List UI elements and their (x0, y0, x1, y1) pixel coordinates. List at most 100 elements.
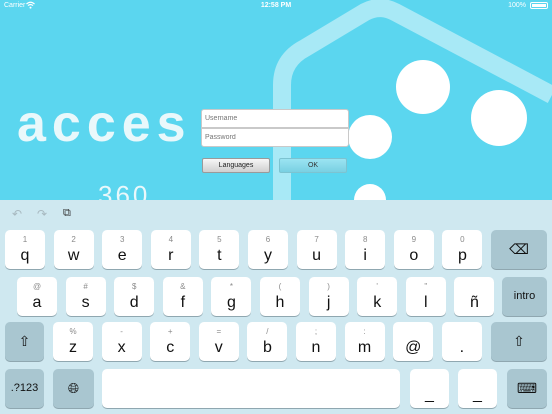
key-row3-5[interactable]: ; n (296, 322, 336, 361)
keyboard-dismiss-icon: ⌨ (516, 380, 538, 396)
key-row1-0[interactable]: 1q (5, 230, 45, 269)
key-row2-5[interactable]: (h (260, 277, 300, 316)
logo-subtext: 360 (98, 180, 151, 200)
key-row1-6[interactable]: 7u (296, 230, 337, 269)
logo-text: acces (17, 95, 192, 153)
key-row2-6[interactable]: ) j (308, 277, 349, 316)
key-char: t (217, 247, 222, 264)
key-hint: * (229, 282, 233, 291)
key-char: i (363, 247, 367, 264)
key-row1-5[interactable]: 6y (248, 230, 288, 269)
key-row3-2[interactable]: + c (150, 322, 191, 361)
key-hint: ( (278, 282, 282, 291)
shift-icon: ⇧ (513, 333, 525, 349)
key-char: p (457, 247, 467, 264)
key-row2-8[interactable]: " l (405, 277, 446, 316)
key-row1-3[interactable]: 4r (150, 230, 191, 269)
shift-icon: ⇧ (18, 333, 31, 349)
space-key[interactable] (102, 369, 400, 408)
key-char: g (226, 294, 236, 311)
key-hint: ; (314, 327, 318, 336)
battery-icon (530, 2, 548, 9)
status-bar: Carrier 12:58 PM 100% (0, 0, 552, 12)
key-row1-1[interactable]: 2w (53, 230, 94, 269)
key-hint: # (83, 282, 88, 291)
underscore-key[interactable]: _ (410, 369, 449, 408)
key-row2-3[interactable]: & f (162, 277, 203, 316)
underscore-key-label: _ (425, 386, 434, 403)
key-char: s (81, 294, 90, 311)
key-char: w (67, 247, 80, 264)
languages-button[interactable]: Languages (202, 158, 270, 173)
key-char: m (357, 339, 372, 356)
key-char: u (312, 247, 322, 264)
key-hint: ) (327, 282, 330, 291)
key-char: n (311, 339, 321, 356)
key-char: r (168, 247, 174, 264)
globe-key[interactable]: 🌐︎ (53, 369, 94, 408)
key-row2-1[interactable]: # s (65, 277, 106, 316)
password-input[interactable] (201, 128, 349, 147)
ok-button[interactable]: OK (279, 158, 347, 173)
key-char: j (326, 294, 331, 311)
key-row1-4[interactable]: 5t (199, 230, 240, 269)
key-hint: = (216, 327, 222, 336)
redo-icon[interactable]: ↷ (37, 207, 47, 221)
key-char: c (166, 339, 175, 356)
key-char: l (424, 294, 428, 311)
key-hint: / (266, 327, 269, 336)
dash-key-label: _ (473, 386, 482, 403)
key-hint: 2 (71, 235, 76, 244)
username-input[interactable] (201, 109, 349, 128)
key-row3-4[interactable]: / b (247, 322, 288, 361)
key-hint: 4 (168, 235, 174, 244)
key-hint: 9 (411, 235, 417, 244)
key-row2-7[interactable]: ' k (357, 277, 398, 316)
key-row2-9[interactable]: ñ (454, 277, 495, 316)
key-row1-8[interactable]: 9o (393, 230, 434, 269)
key-row2-4[interactable]: * g (211, 277, 252, 316)
key-row3-1[interactable]: -x (101, 322, 142, 361)
key-char: ñ (469, 294, 479, 311)
key-row2-0[interactable]: @ a (17, 277, 57, 316)
globe-icon: 🌐︎ (67, 380, 80, 396)
numbers-key[interactable]: .?123 (5, 369, 44, 408)
shift-key-left[interactable]: ⇧ (5, 322, 44, 361)
key-hint: 7 (314, 235, 319, 244)
dash-key[interactable]: _ (458, 369, 497, 408)
on-screen-keyboard: ↶ ↷ ⧉ 1q2w3e4r5t6y7u8i9o0p ⌫ @ a # s $ d & f * g(… (0, 200, 552, 414)
key-char: v (214, 339, 223, 356)
key-row3-3[interactable]: = v (198, 322, 239, 361)
key-hint: $ (131, 282, 137, 291)
login-screen: acces 360 Carrier 12:58 PM 100% Language… (0, 0, 552, 200)
key-row2-2[interactable]: $ d (114, 277, 155, 316)
key-row1-9[interactable]: 0p (442, 230, 483, 269)
key-row3-7[interactable]: @ (393, 322, 434, 361)
undo-icon[interactable]: ↶ (12, 207, 22, 221)
key-row3-0[interactable]: % z (53, 322, 93, 361)
key-char: k (373, 294, 382, 311)
paste-icon[interactable]: ⧉ (63, 207, 71, 220)
key-hint: 3 (119, 235, 125, 244)
key-char: a (32, 294, 42, 311)
key-hint: 1 (22, 235, 28, 244)
key-hint: - (120, 327, 123, 336)
key-hint: 0 (460, 235, 465, 244)
battery-percent: 100% (508, 2, 526, 9)
key-char: x (117, 339, 126, 356)
key-row3-6[interactable]: :m (344, 322, 385, 361)
shift-key-right[interactable]: ⇧ (491, 322, 547, 361)
backspace-key[interactable]: ⌫ (491, 230, 547, 269)
key-hint: % (69, 327, 77, 336)
hide-keyboard-key[interactable]: ⌨ (507, 369, 547, 408)
key-row1-2[interactable]: 3e (102, 230, 143, 269)
key-hint: 5 (217, 235, 222, 244)
key-row1-7[interactable]: 8i (345, 230, 386, 269)
return-key-label: intro (513, 290, 536, 302)
key-hint: ' (376, 282, 378, 291)
numbers-key-label: .?123 (10, 382, 39, 394)
return-key[interactable]: intro (502, 277, 547, 316)
key-row3-8[interactable]: . (441, 322, 482, 361)
key-hint: " (424, 282, 428, 291)
key-hint: @ (32, 282, 42, 291)
